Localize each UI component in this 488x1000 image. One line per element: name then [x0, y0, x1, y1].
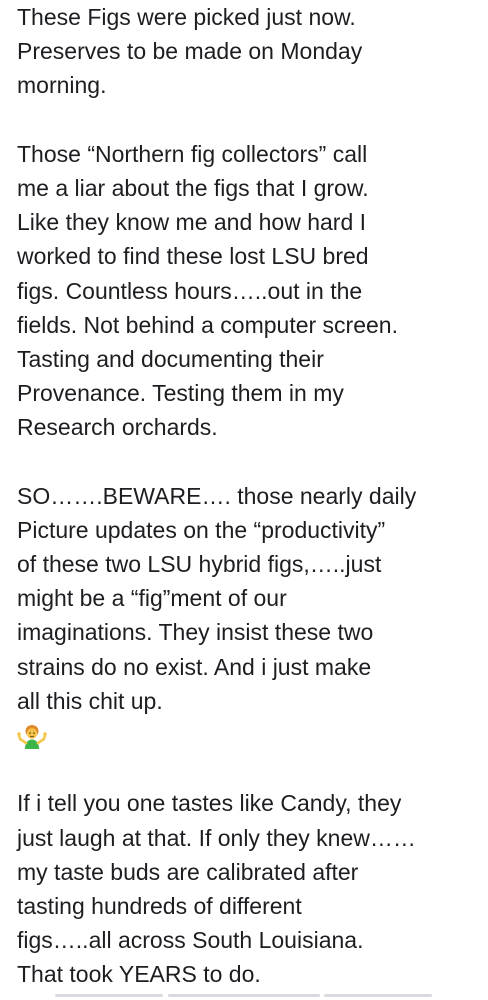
post-text-line: Tasting and documenting their [17, 345, 324, 372]
post-text-line: just laugh at that. If only they knew…… [17, 824, 416, 851]
post-text-line: SO…….BEWARE…. those nearly daily [17, 482, 417, 509]
man-shrugging-icon [17, 718, 487, 752]
post-text-line: Those “Northern fig collectors” call [17, 140, 368, 167]
post-text-line: all this chit up. [17, 687, 163, 714]
paragraph-3: SO…….BEWARE…. those nearly daily Picture… [17, 479, 487, 718]
paragraph-1: These Figs were picked just now. Preserv… [17, 0, 487, 103]
post-text-line: strains do no exist. And i just make [17, 653, 372, 680]
post-text-line: Provenance. Testing them in my [17, 380, 344, 407]
post-text-line: Preserves to be made on Monday [17, 38, 363, 65]
photo-thumbnail-edge[interactable] [324, 994, 432, 997]
post-text-line: If i tell you one tastes like Candy, the… [17, 790, 402, 817]
paragraph-4: If i tell you one tastes like Candy, the… [17, 786, 487, 991]
post-text-line: Research orchards. [17, 414, 218, 441]
post-text-line: tasting hundreds of different [17, 892, 302, 919]
post-text-line: figs…..all across South Louisiana. [17, 927, 364, 954]
post-text-line: of these two LSU hybrid figs,…..just [17, 551, 382, 577]
post-text-line: figs. Countless hours…..out in the [17, 277, 363, 304]
post-text-line: morning. [17, 72, 107, 99]
post-text-line: worked to find these lost LSU bred [17, 243, 369, 270]
photo-strip-edge [0, 994, 488, 1000]
post-text-line: might be a “fig”ment of our [17, 585, 287, 612]
post-text-line: Picture updates on the “productivity” [17, 516, 386, 543]
post-text-line: my taste buds are calibrated after [17, 858, 359, 885]
post-text-line: These Figs were picked just now. [17, 4, 356, 30]
paragraph-2: Those “Northern fig collectors” call me … [17, 137, 487, 445]
post-text-line: Like they know me and how hard I [17, 209, 367, 236]
post-text-line: fields. Not behind a computer screen. [17, 311, 398, 338]
photo-thumbnail-edge[interactable] [168, 994, 320, 997]
post-text-line: me a liar about the figs that I grow. [17, 174, 369, 201]
post-body: These Figs were picked just now. Preserv… [17, 0, 487, 991]
post-text-line: imaginations. They insist these two [17, 619, 374, 646]
post-text-line: That took YEARS to do. [17, 961, 261, 988]
photo-thumbnail-edge[interactable] [55, 994, 163, 997]
